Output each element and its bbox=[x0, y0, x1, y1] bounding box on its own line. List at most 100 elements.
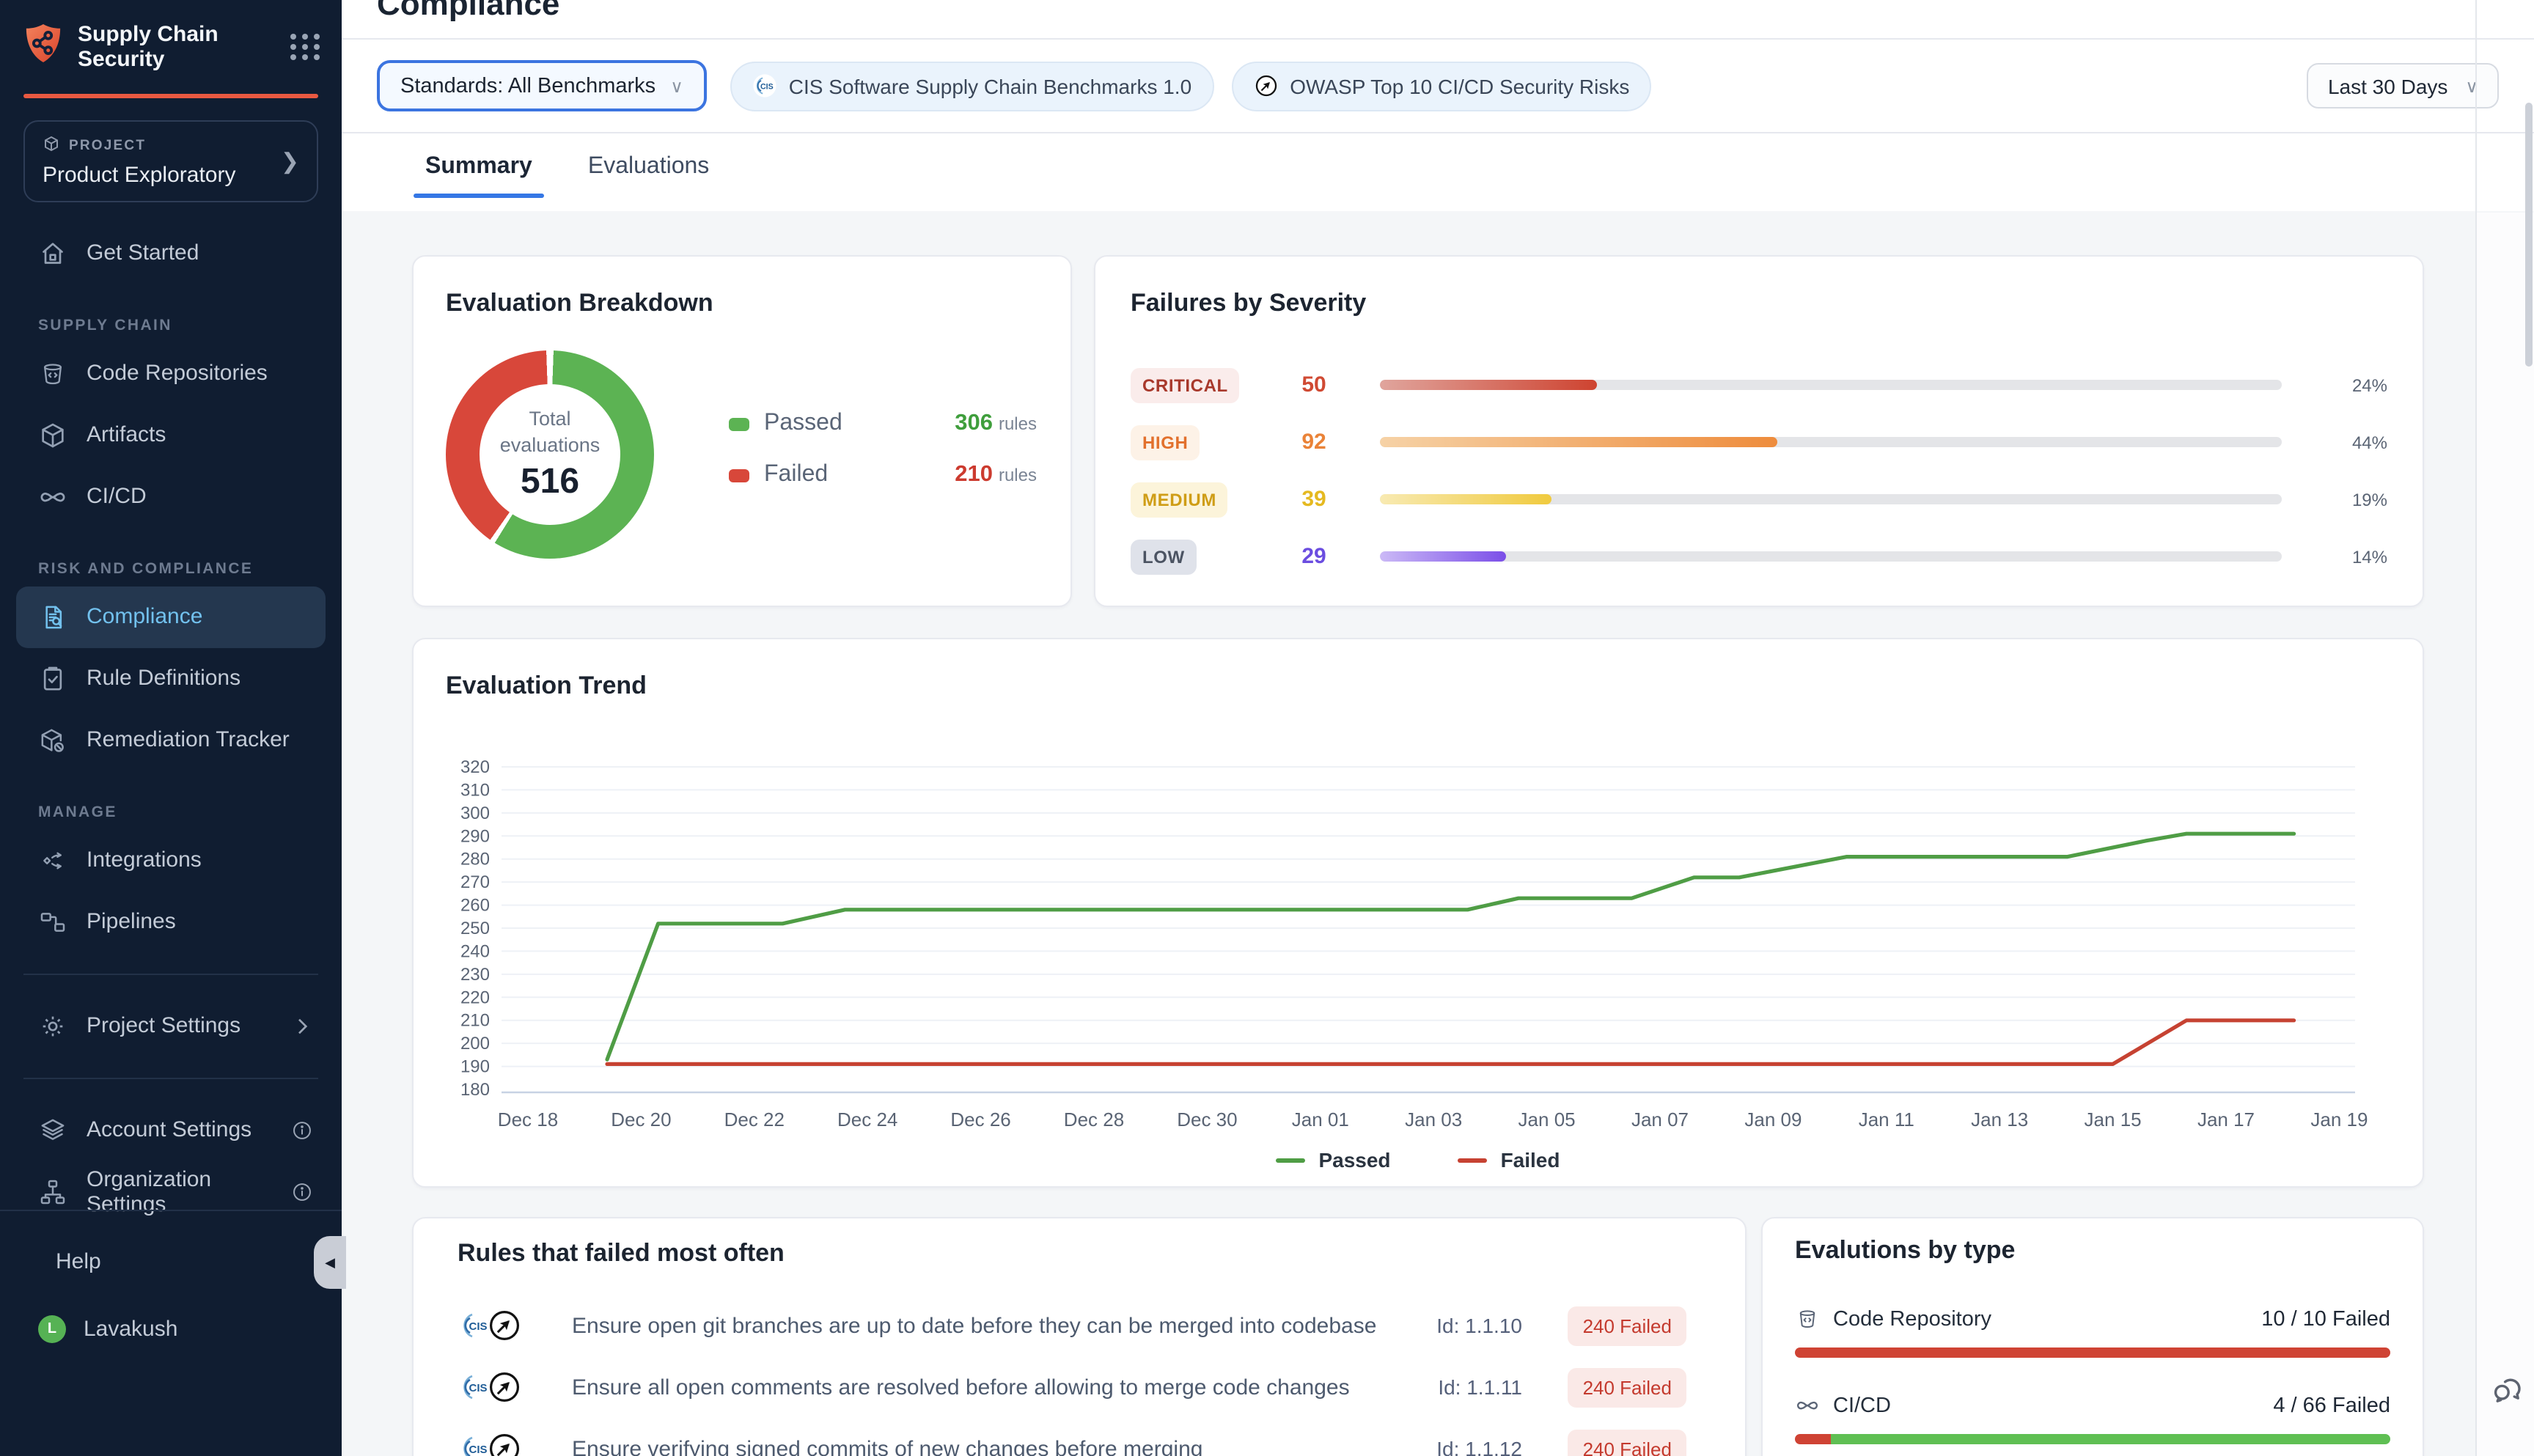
date-range-dropdown[interactable]: Last 30 Days ∨ bbox=[2307, 63, 2499, 109]
legend-swatch bbox=[729, 468, 749, 482]
rule-description: Ensure open git branches are up to date … bbox=[572, 1313, 1410, 1338]
svg-text:210: 210 bbox=[460, 1011, 490, 1031]
evaluation-type-bar bbox=[1795, 1434, 2390, 1444]
legend-value: 210rules bbox=[955, 462, 1037, 488]
tab-summary[interactable]: Summary bbox=[425, 154, 532, 198]
user-menu[interactable]: L Lavakush bbox=[0, 1305, 342, 1352]
legend-value: 306rules bbox=[955, 411, 1037, 437]
scrollbar-thumb[interactable] bbox=[2525, 103, 2533, 367]
standards-dropdown[interactable]: Standards: All Benchmarks ∨ bbox=[377, 60, 707, 111]
sidebar-item-remediation-tracker[interactable]: Remediation Tracker bbox=[16, 709, 326, 771]
rule-failed-badge: 240 Failed bbox=[1568, 1429, 1686, 1456]
evaluation-type-label: Code Repository bbox=[1833, 1307, 1991, 1331]
brand-title: Supply Chain Security bbox=[78, 22, 239, 73]
box-wrench-icon bbox=[38, 725, 67, 754]
sidebar-item-compliance[interactable]: Compliance bbox=[16, 586, 326, 647]
legend-item-passed: Passed306rules bbox=[729, 406, 1037, 441]
svg-text:240: 240 bbox=[460, 941, 490, 961]
owasp-icon bbox=[487, 1369, 522, 1405]
svg-text:290: 290 bbox=[460, 826, 490, 846]
card-title: Rules that failed most often bbox=[458, 1236, 1686, 1268]
rule-benchmark-icons: CIS bbox=[458, 1369, 546, 1405]
sidebar-item-get-started[interactable]: Get Started bbox=[16, 222, 326, 284]
app-grid-icon[interactable] bbox=[289, 32, 321, 64]
severity-bar-fill bbox=[1380, 551, 1506, 562]
svg-text:Jan 13: Jan 13 bbox=[1971, 1108, 2028, 1130]
severity-count: 92 bbox=[1280, 430, 1348, 455]
sidebar-collapse-handle[interactable]: ◀ bbox=[314, 1236, 346, 1289]
sidebar-item-pipelines[interactable]: Pipelines bbox=[16, 891, 326, 952]
user-name: Lavakush bbox=[84, 1316, 177, 1341]
card-title: Evalutions by type bbox=[1795, 1236, 2390, 1265]
sidebar-item-integrations[interactable]: Integrations bbox=[16, 829, 326, 891]
trend-legend: Passed Failed bbox=[446, 1148, 2390, 1172]
svg-text:270: 270 bbox=[460, 872, 490, 892]
sidebar-item-label: Remediation Tracker bbox=[87, 727, 290, 752]
legend-label: Passed bbox=[1318, 1148, 1390, 1172]
sidebar-divider bbox=[23, 973, 318, 974]
svg-text:Jan 15: Jan 15 bbox=[2085, 1108, 2142, 1130]
project-label: PROJECT bbox=[69, 137, 146, 153]
pipelines-icon bbox=[38, 907, 67, 936]
severity-bar-track bbox=[1380, 551, 2282, 562]
legend-line-swatch bbox=[1458, 1158, 1488, 1162]
standards-dropdown-value: Standards: All Benchmarks bbox=[400, 74, 655, 98]
sidebar-item-label: Project Settings bbox=[87, 1013, 240, 1038]
benchmark-chip[interactable]: OWASP Top 10 CI/CD Security Risks bbox=[1231, 61, 1651, 111]
svg-text:Dec 26: Dec 26 bbox=[950, 1108, 1010, 1130]
sidebar-item-code-repositories[interactable]: Code Repositories bbox=[16, 342, 326, 404]
severity-bar-fill bbox=[1380, 437, 1777, 447]
rule-row[interactable]: CISEnsure all open comments are resolved… bbox=[458, 1356, 1686, 1418]
svg-text:Jan 05: Jan 05 bbox=[1518, 1108, 1576, 1130]
rules-list: CIS Ensure open git branches are up to da… bbox=[458, 1295, 1686, 1456]
owasp-icon bbox=[1253, 73, 1278, 98]
svg-text:260: 260 bbox=[460, 896, 490, 916]
legend-item-failed: Failed210rules bbox=[729, 457, 1037, 493]
sidebar-footer: ? Help L Lavakush bbox=[0, 1210, 342, 1456]
chevron-down-icon: ∨ bbox=[670, 76, 683, 96]
sidebar-item-artifacts[interactable]: Artifacts bbox=[16, 404, 326, 466]
tab-evaluations[interactable]: Evaluations bbox=[588, 154, 709, 198]
svg-text:300: 300 bbox=[460, 804, 490, 823]
owasp-icon bbox=[487, 1308, 522, 1343]
svg-text:CIS: CIS bbox=[469, 1382, 487, 1394]
filter-bar: Standards: All Benchmarks ∨ CISCIS Softw… bbox=[342, 40, 2534, 133]
severity-bar-track bbox=[1380, 437, 2282, 447]
rule-benchmark-icons: CIS bbox=[458, 1431, 546, 1456]
severity-bar-track bbox=[1380, 494, 2282, 504]
svg-text:CIS: CIS bbox=[760, 82, 774, 91]
svg-text:280: 280 bbox=[460, 850, 490, 869]
svg-text:Dec 30: Dec 30 bbox=[1177, 1108, 1237, 1130]
severity-count: 39 bbox=[1280, 487, 1348, 512]
sidebar-item-ci-cd[interactable]: CI/CD bbox=[16, 466, 326, 527]
evaluation-trend-card: Evaluation Trend 18019020021022023024025… bbox=[412, 638, 2424, 1188]
legend-label: Failed bbox=[1501, 1148, 1560, 1172]
rule-id: Id: 1.1.10 bbox=[1436, 1314, 1522, 1337]
donut-center-label: Total evaluations bbox=[484, 407, 616, 458]
severity-row-critical: CRITICAL5024% bbox=[1131, 356, 2387, 413]
chat-bubble-icon[interactable] bbox=[2490, 1372, 2525, 1408]
severity-badge: HIGH bbox=[1131, 424, 1200, 460]
infinity-icon bbox=[38, 482, 67, 511]
severity-percent: 19% bbox=[2314, 489, 2387, 510]
evaluation-type-value: 4 / 66 Failed bbox=[2273, 1394, 2390, 1417]
rule-row[interactable]: CISEnsure open git branches are up to da… bbox=[458, 1295, 1686, 1356]
legend-swatch bbox=[729, 417, 749, 430]
sidebar-item-account-settings[interactable]: Account Settings bbox=[16, 1099, 326, 1161]
repo-icon bbox=[38, 359, 67, 388]
help-button[interactable]: ? Help bbox=[0, 1238, 342, 1284]
sidebar-item-rule-definitions[interactable]: Rule Definitions bbox=[16, 647, 326, 709]
integrations-icon bbox=[38, 845, 67, 875]
svg-text:230: 230 bbox=[460, 965, 490, 985]
rule-row[interactable]: CISEnsure verifying signed commits of ne… bbox=[458, 1418, 1686, 1456]
owasp-icon bbox=[487, 1431, 522, 1456]
benchmark-chip[interactable]: CISCIS Software Supply Chain Benchmarks … bbox=[730, 61, 1213, 111]
trend-line-chart: 1801902002102202302402502602702802903003… bbox=[446, 701, 2390, 1148]
right-rail bbox=[2477, 213, 2534, 1456]
svg-text:Dec 18: Dec 18 bbox=[498, 1108, 558, 1130]
project-selector[interactable]: PROJECT Product Exploratory ❯ bbox=[23, 120, 318, 202]
main-area: Compliance Standards: All Benchmarks ∨ C… bbox=[342, 0, 2534, 1456]
doc-search-icon bbox=[38, 602, 67, 631]
sidebar-item-project-settings[interactable]: Project Settings bbox=[16, 995, 326, 1056]
svg-text:Jan 09: Jan 09 bbox=[1744, 1108, 1802, 1130]
